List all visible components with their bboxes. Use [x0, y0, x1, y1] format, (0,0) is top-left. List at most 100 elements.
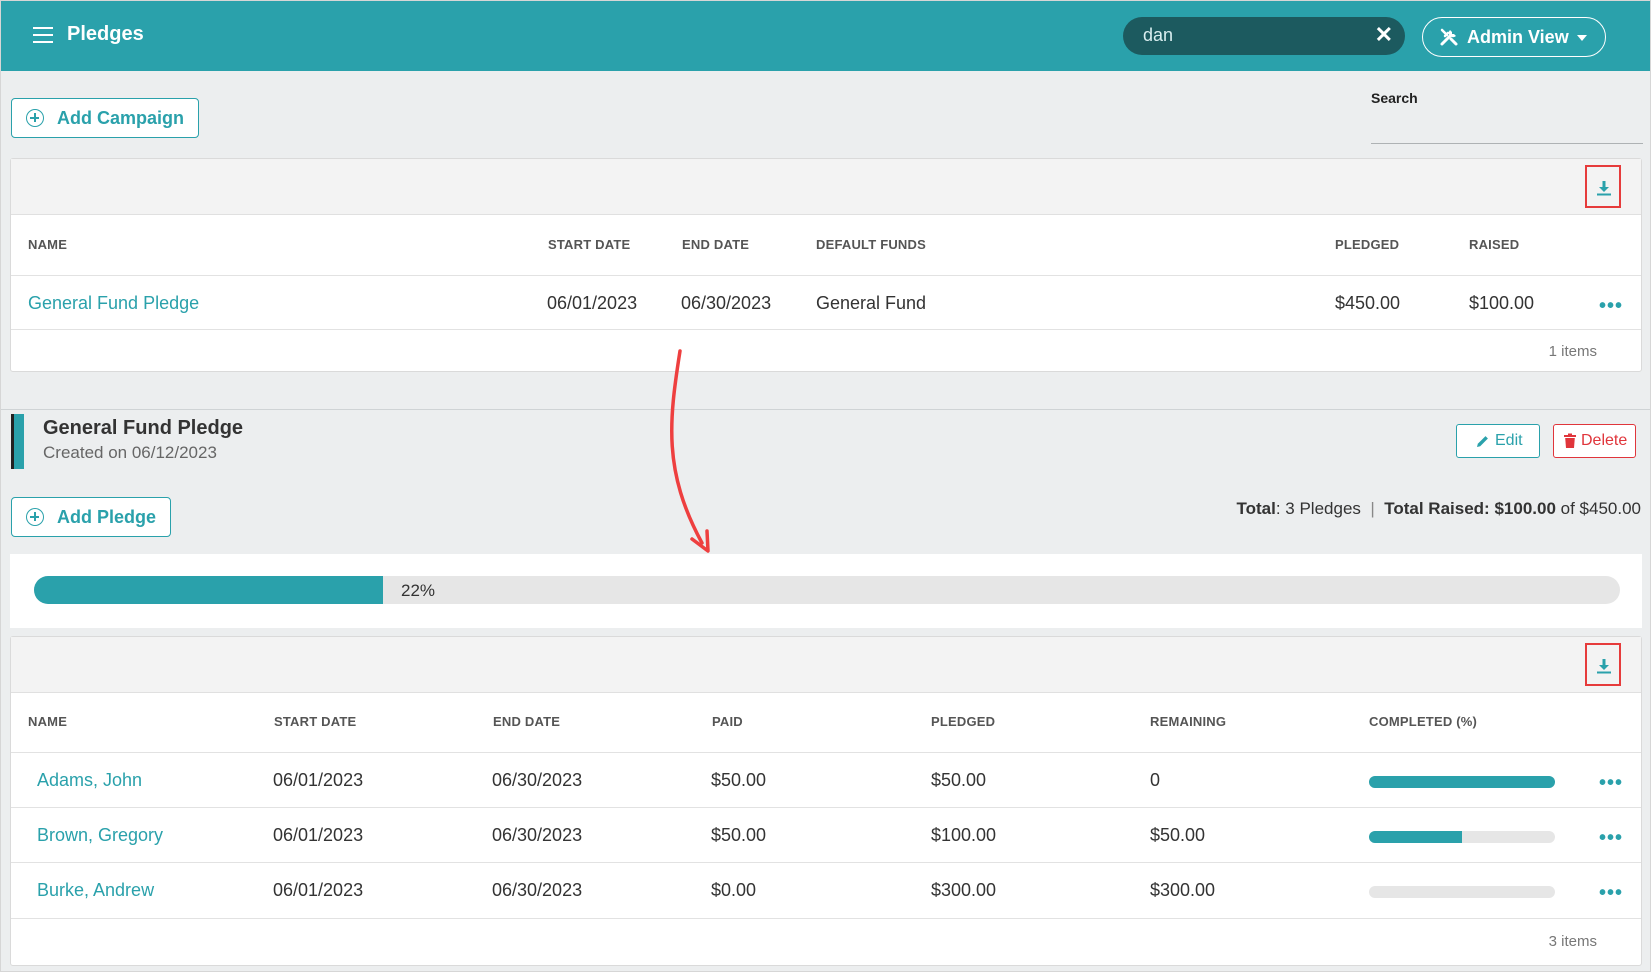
campaign-name-link[interactable]: General Fund Pledge — [28, 293, 199, 314]
end-date: 06/30/2023 — [492, 880, 583, 900]
more-icon[interactable]: ••• — [1599, 296, 1623, 316]
pledger-name-link[interactable]: Adams, John — [37, 770, 142, 791]
top-bar: Pledges dan ✕ Admin View — [1, 1, 1650, 71]
more-icon[interactable]: ••• — [1599, 828, 1623, 848]
completion-fill — [1369, 776, 1555, 788]
progress-fill — [34, 576, 383, 604]
search-input[interactable]: dan — [1143, 25, 1173, 46]
pledger-name-link[interactable]: Burke, Andrew — [37, 880, 154, 901]
divider — [11, 807, 1641, 808]
pledged-amount: $300.00 — [931, 880, 997, 900]
column-header[interactable]: PAID — [712, 714, 743, 729]
start-date: 06/01/2023 — [547, 293, 638, 313]
add-pledge-label: Add Pledge — [57, 507, 157, 527]
campaigns-card: NAME START DATE END DATE DEFAULT FUNDS P… — [10, 158, 1642, 372]
start-date: 06/01/2023 — [273, 770, 364, 790]
pledger-name-link[interactable]: Brown, Gregory — [37, 825, 163, 846]
column-header[interactable]: START DATE — [548, 237, 630, 252]
totals-summary: Total: 3 Pledges | Total Raised: $100.00… — [1236, 499, 1641, 519]
total-label: Total — [1236, 499, 1276, 518]
column-header[interactable]: RAISED — [1469, 237, 1519, 252]
tools-icon — [1440, 28, 1458, 46]
admin-view-label: Admin View — [1467, 27, 1569, 47]
accent-bar — [11, 414, 24, 469]
total-value: : 3 Pledges — [1275, 499, 1361, 518]
app-window: Pledges dan ✕ Admin View Add Campaign Se… — [0, 0, 1651, 972]
start-date: 06/01/2023 — [273, 880, 364, 900]
export-button[interactable] — [1585, 165, 1621, 208]
trash-icon — [1564, 433, 1576, 448]
pledged-amount: $100.00 — [931, 825, 997, 845]
divider — [11, 862, 1641, 863]
edit-label: Edit — [1495, 432, 1523, 449]
completion-fill — [1369, 831, 1462, 843]
search-label: Search — [1371, 90, 1418, 106]
column-header[interactable]: END DATE — [493, 714, 560, 729]
column-header[interactable]: PLEDGED — [1335, 237, 1399, 252]
completion-bar — [1369, 776, 1555, 788]
column-header[interactable]: END DATE — [682, 237, 749, 252]
pledges-card: NAME START DATE END DATE PAID PLEDGED RE… — [10, 636, 1642, 966]
add-circle-icon — [26, 508, 44, 526]
column-header[interactable]: NAME — [28, 714, 67, 729]
delete-button[interactable]: Delete — [1553, 424, 1636, 458]
column-header[interactable]: PLEDGED — [931, 714, 995, 729]
download-icon — [1597, 659, 1611, 674]
progress-card: 22% — [10, 554, 1642, 628]
section-divider — [1, 409, 1650, 410]
campaign-progress-bar — [34, 576, 1620, 604]
pledged-amount: $450.00 — [1335, 293, 1401, 313]
search-field[interactable] — [1371, 143, 1643, 144]
page-title: Pledges — [67, 23, 144, 45]
pencil-icon — [1477, 436, 1488, 447]
card-toolbar — [11, 159, 1641, 215]
item-count: 1 items — [1548, 343, 1597, 360]
column-header[interactable]: REMAINING — [1150, 714, 1226, 729]
add-campaign-button[interactable]: Add Campaign — [11, 98, 199, 138]
divider — [11, 329, 1641, 330]
close-icon[interactable]: ✕ — [1375, 24, 1393, 46]
divider — [11, 918, 1641, 919]
end-date: 06/30/2023 — [492, 825, 583, 845]
completion-bar — [1369, 886, 1555, 898]
item-count: 3 items — [1548, 933, 1597, 950]
raised-amount: $100.00 — [1469, 293, 1535, 313]
admin-view-button[interactable]: Admin View — [1422, 17, 1606, 57]
add-campaign-label: Add Campaign — [57, 108, 185, 128]
completion-bar — [1369, 831, 1555, 843]
paid-amount: $50.00 — [711, 825, 767, 845]
separator: | — [1370, 499, 1375, 518]
add-circle-icon — [26, 109, 44, 127]
menu-icon[interactable] — [33, 27, 53, 43]
paid-amount: $50.00 — [711, 770, 767, 790]
column-header[interactable]: START DATE — [274, 714, 356, 729]
remaining-amount: $50.00 — [1150, 825, 1206, 845]
progress-percent: 22% — [401, 581, 436, 600]
detail-title: General Fund Pledge — [43, 417, 244, 439]
total-raised-value: $100.00 — [1494, 499, 1556, 518]
total-goal: of $450.00 — [1560, 499, 1641, 518]
divider — [11, 275, 1641, 276]
caret-down-icon — [1577, 35, 1587, 41]
download-icon — [1597, 181, 1611, 196]
created-date: Created on 06/12/2023 — [43, 443, 217, 462]
card-toolbar — [11, 637, 1641, 693]
more-icon[interactable]: ••• — [1599, 773, 1623, 793]
default-funds: General Fund — [816, 293, 927, 313]
column-header[interactable]: COMPLETED (%) — [1369, 714, 1477, 729]
end-date: 06/30/2023 — [492, 770, 583, 790]
end-date: 06/30/2023 — [681, 293, 772, 313]
total-raised-label: Total Raised: — [1384, 499, 1490, 518]
paid-amount: $0.00 — [711, 880, 757, 900]
divider — [11, 752, 1641, 753]
export-button[interactable] — [1585, 643, 1621, 686]
more-icon[interactable]: ••• — [1599, 883, 1623, 903]
remaining-amount: 0 — [1150, 770, 1161, 790]
start-date: 06/01/2023 — [273, 825, 364, 845]
edit-button[interactable]: Edit — [1456, 424, 1540, 458]
global-search[interactable]: dan ✕ — [1123, 17, 1405, 55]
column-header[interactable]: NAME — [28, 237, 67, 252]
add-pledge-button[interactable]: Add Pledge — [11, 497, 171, 537]
column-header[interactable]: DEFAULT FUNDS — [816, 237, 926, 252]
pledged-amount: $50.00 — [931, 770, 987, 790]
